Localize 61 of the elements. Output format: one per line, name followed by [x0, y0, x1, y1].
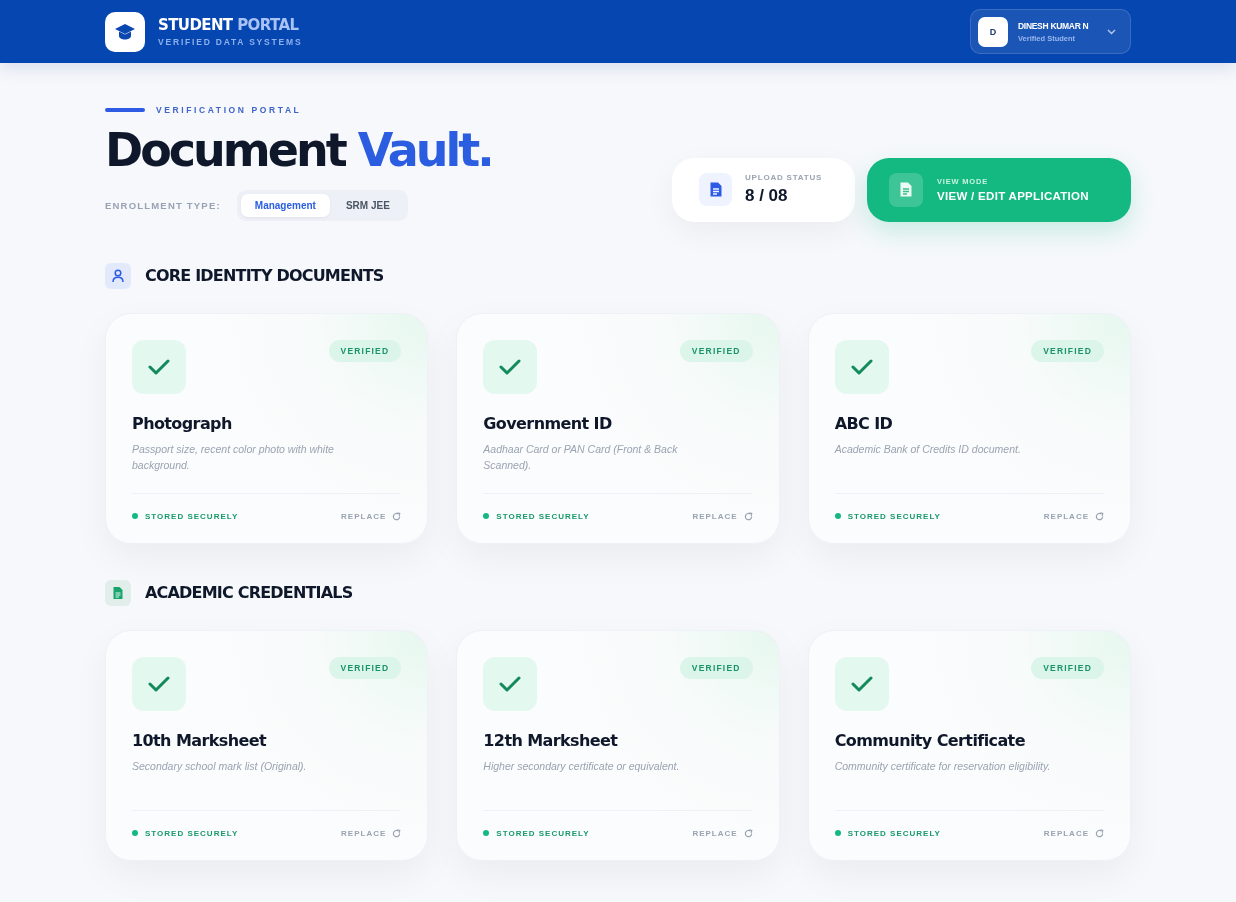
verified-badge: VERIFIED [1031, 339, 1104, 362]
refresh-icon [1095, 511, 1104, 521]
page-title: Document Vault. [105, 125, 492, 176]
document-description: Academic Bank of Credits ID document. [834, 441, 1022, 457]
status-dot [483, 513, 490, 520]
document-name: Government ID [483, 413, 613, 433]
document-description: Community certificate for reservation eligibility. [834, 758, 1052, 774]
status-dot [834, 513, 841, 520]
document-description: Secondary school mark list (Original). [132, 758, 308, 774]
storage-status: STORED SECURELY [145, 828, 239, 838]
verified-badge: VERIFIED [1031, 656, 1104, 679]
brand-tagline: VERIFIED DATA SYSTEMS [158, 37, 303, 47]
document-description: Aadhaar Card or PAN Card (Front & Back Scanned). [483, 441, 679, 474]
replace-button[interactable]: REPLACE [341, 511, 402, 521]
enrollment-label: ENROLLMENT TYPE: [105, 199, 221, 211]
storage-status: STORED SECURELY [145, 511, 239, 521]
eyebrow-label: VERIFICATION PORTAL [156, 105, 302, 115]
graduation-cap-icon [105, 11, 145, 52]
upload-status-label: UPLOAD STATUS [745, 173, 823, 183]
replace-button[interactable]: REPLACE [692, 828, 753, 838]
document-description: Higher secondary certificate or equivalent. [483, 758, 681, 774]
status-dot [132, 513, 138, 520]
chevron-down-icon [1107, 28, 1116, 35]
upload-status-value: 8 / 08 [745, 186, 789, 207]
document-name: Community Certificate [834, 730, 1026, 750]
replace-button[interactable]: REPLACE [1043, 828, 1104, 838]
replace-button[interactable]: REPLACE [341, 828, 402, 838]
document-icon [889, 172, 923, 207]
refresh-icon [1095, 828, 1104, 838]
user-name: DINESH KUMAR N [1018, 20, 1089, 31]
status-dot [483, 830, 490, 837]
storage-status: STORED SECURELY [496, 828, 590, 838]
enrollment-option[interactable]: Management [240, 193, 330, 217]
avatar-initial: D [978, 16, 1008, 47]
verified-badge: VERIFIED [328, 656, 402, 679]
document-icon [699, 173, 732, 207]
status-dot [132, 830, 138, 837]
document-name: 10th Marksheet [132, 730, 268, 750]
replace-button[interactable]: REPLACE [692, 511, 753, 521]
document-name: Photograph [132, 413, 233, 433]
status-dot [834, 830, 841, 837]
replace-button[interactable]: REPLACE [1043, 511, 1104, 521]
refresh-icon [392, 511, 402, 521]
verified-badge: VERIFIED [679, 656, 753, 679]
verified-badge: VERIFIED [328, 339, 402, 362]
document-name: 12th Marksheet [483, 730, 619, 750]
document-icon [105, 579, 131, 606]
section-title: CORE IDENTITY DOCUMENTS [145, 266, 384, 286]
document-name: ABC ID [834, 413, 894, 433]
enrollment-option[interactable]: SRM JEE [331, 193, 404, 217]
brand-name: STUDENT PORTAL [158, 16, 300, 34]
refresh-icon [743, 511, 753, 521]
user-icon [105, 262, 131, 289]
document-description: Passport size, recent color photo with white background. [132, 441, 335, 474]
storage-status: STORED SECURELY [847, 828, 941, 838]
verified-badge: VERIFIED [679, 339, 753, 362]
storage-status: STORED SECURELY [496, 511, 590, 521]
storage-status: STORED SECURELY [847, 511, 941, 521]
refresh-icon [743, 828, 753, 838]
section-title: ACADEMIC CREDENTIALS [145, 583, 353, 603]
refresh-icon [392, 828, 402, 838]
